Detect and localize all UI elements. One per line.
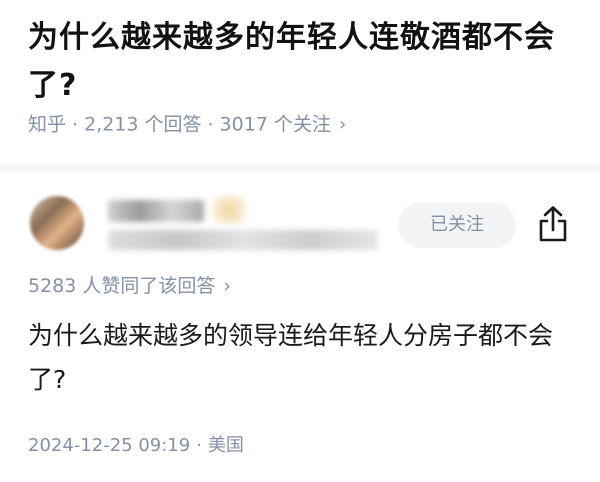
chevron-right-icon[interactable]: › bbox=[339, 114, 346, 135]
avatar[interactable] bbox=[30, 196, 84, 250]
answer-footer: 2024-12-25 09:19 · 美国 bbox=[28, 432, 244, 460]
share-icon[interactable] bbox=[536, 204, 570, 244]
meta-separator: · bbox=[72, 113, 79, 136]
footer-separator: · bbox=[196, 435, 202, 456]
answer-location: 美国 bbox=[207, 435, 244, 456]
section-divider bbox=[0, 164, 600, 172]
question-title[interactable]: 为什么越来越多的年轻人连敬酒都不会了? bbox=[28, 14, 576, 110]
question-meta: 知乎 · 2,213 个回答 · 3017 个关注 › bbox=[28, 110, 346, 139]
answer-content[interactable]: 为什么越来越多的领导连给年轻人分房子都不会了? bbox=[28, 314, 576, 402]
author-badge-blurred bbox=[212, 196, 246, 224]
author-name-blurred[interactable] bbox=[108, 200, 204, 222]
meta-separator: · bbox=[207, 113, 214, 136]
chevron-right-icon[interactable]: › bbox=[223, 275, 231, 297]
author-bio-blurred bbox=[108, 230, 378, 250]
source-label[interactable]: 知乎 bbox=[28, 114, 66, 136]
answer-count[interactable]: 2,213 个回答 bbox=[84, 114, 201, 136]
follow-button[interactable]: 已关注 bbox=[398, 202, 516, 248]
follower-count[interactable]: 3017 个关注 bbox=[220, 114, 331, 136]
answer-date: 2024-12-25 09:19 bbox=[28, 435, 191, 456]
vote-text: 5283 人赞同了该回答 bbox=[28, 275, 216, 297]
vote-count[interactable]: 5283 人赞同了该回答 › bbox=[28, 272, 231, 300]
author-row: 已关注 bbox=[0, 180, 600, 270]
